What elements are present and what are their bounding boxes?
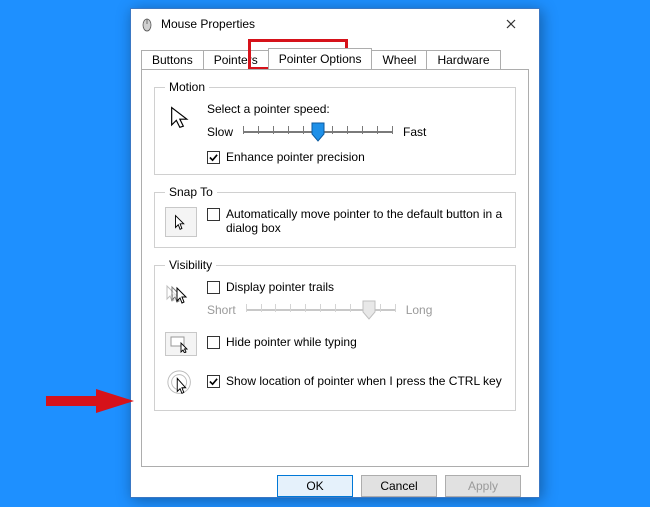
hide-pointer-icon — [165, 332, 197, 356]
pointer-speed-label: Select a pointer speed: — [207, 102, 505, 116]
speed-slow-label: Slow — [207, 125, 233, 139]
tab-wheel[interactable]: Wheel — [371, 50, 427, 70]
pointer-trails-label: Display pointer trails — [226, 280, 334, 294]
red-arrow-callout — [46, 388, 136, 414]
snap-to-checkbox[interactable] — [207, 208, 220, 221]
trails-short-label: Short — [207, 303, 236, 317]
tab-panel: Motion Select a pointer speed: Slow — [141, 69, 529, 467]
titlebar[interactable]: Mouse Properties — [131, 9, 539, 39]
show-location-checkbox[interactable] — [207, 375, 220, 388]
pointer-speed-slider[interactable] — [243, 120, 393, 144]
show-location-label: Show location of pointer when I press th… — [226, 374, 502, 388]
mouse-properties-dialog: Mouse Properties Buttons Pointers Pointe… — [130, 8, 540, 498]
group-visibility: Visibility Display pointer trails — [154, 258, 516, 411]
tab-hardware[interactable]: Hardware — [426, 50, 500, 70]
show-location-icon — [165, 368, 197, 400]
window-title: Mouse Properties — [161, 17, 489, 31]
apply-button: Apply — [445, 475, 521, 497]
snap-to-label: Automatically move pointer to the defaul… — [226, 207, 505, 235]
group-visibility-legend: Visibility — [165, 258, 216, 272]
hide-pointer-checkbox[interactable] — [207, 336, 220, 349]
snap-to-icon — [165, 207, 197, 237]
group-motion-legend: Motion — [165, 80, 209, 94]
group-snap-to: Snap To Automatically move pointer to th… — [154, 185, 516, 248]
cancel-button[interactable]: Cancel — [361, 475, 437, 497]
pointer-trails-icon — [165, 280, 197, 312]
dialog-buttons: OK Cancel Apply — [141, 467, 529, 497]
mouse-icon — [139, 16, 155, 32]
tab-buttons[interactable]: Buttons — [141, 50, 204, 70]
enhance-precision-checkbox[interactable] — [207, 151, 220, 164]
hide-pointer-label: Hide pointer while typing — [226, 335, 357, 349]
pointer-trails-slider — [246, 298, 396, 322]
speed-fast-label: Fast — [403, 125, 426, 139]
dialog-body: Buttons Pointers Pointer Options Wheel H… — [131, 39, 539, 507]
tabstrip: Buttons Pointers Pointer Options Wheel H… — [141, 45, 529, 69]
tab-pointer-options[interactable]: Pointer Options — [268, 48, 373, 69]
group-motion: Motion Select a pointer speed: Slow — [154, 80, 516, 175]
close-button[interactable] — [489, 9, 533, 39]
group-snap-to-legend: Snap To — [165, 185, 217, 199]
pointer-trails-checkbox[interactable] — [207, 281, 220, 294]
tab-pointers[interactable]: Pointers — [203, 50, 269, 70]
ok-button[interactable]: OK — [277, 475, 353, 497]
pointer-speed-icon — [165, 102, 197, 134]
trails-long-label: Long — [406, 303, 433, 317]
enhance-precision-label: Enhance pointer precision — [226, 150, 365, 164]
